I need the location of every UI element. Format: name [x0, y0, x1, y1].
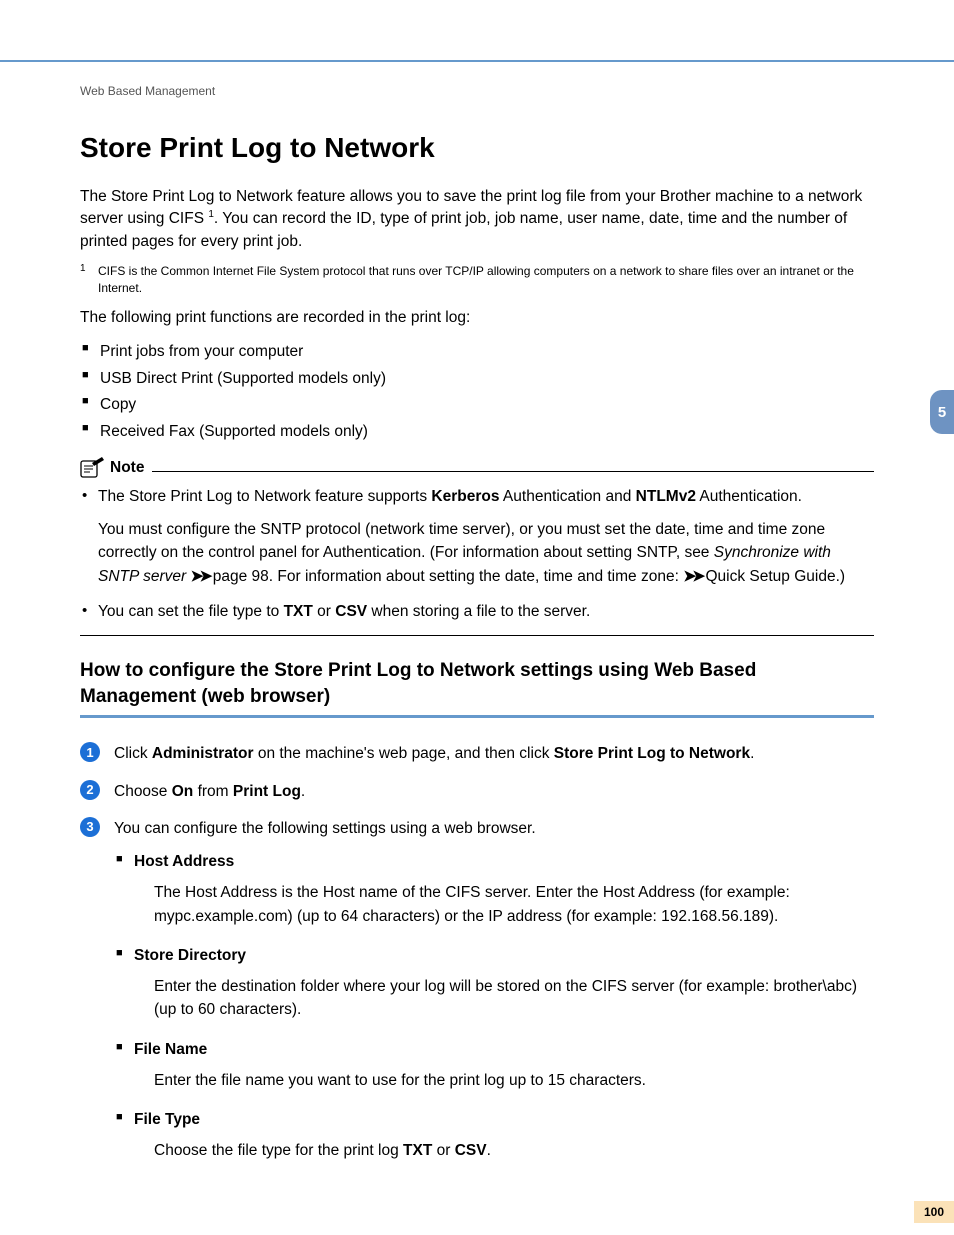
intro-paragraph: The Store Print Log to Network feature a…: [80, 186, 874, 253]
arrows-icon: ➤➤: [190, 568, 208, 585]
functions-list: Print jobs from your computer USB Direct…: [80, 339, 874, 444]
step-item: 1 Click Administrator on the machine's w…: [80, 742, 874, 765]
arrows-icon: ➤➤: [683, 568, 701, 585]
breadcrumb: Web Based Management: [80, 84, 874, 98]
footnote: 1 CIFS is the Common Internet File Syste…: [80, 263, 874, 297]
page-title: Store Print Log to Network: [80, 132, 874, 164]
setting-item: Host Address The Host Address is the Hos…: [114, 850, 874, 928]
section-heading: How to configure the Store Print Log to …: [80, 658, 874, 709]
steps-list: 1 Click Administrator on the machine's w…: [80, 742, 874, 1162]
step-item: 2 Choose On from Print Log.: [80, 780, 874, 803]
list-item: Received Fax (Supported models only): [80, 419, 874, 445]
note-list: The Store Print Log to Network feature s…: [80, 485, 874, 623]
list-item: Print jobs from your computer: [80, 339, 874, 365]
note-item: You can set the file type to TXT or CSV …: [80, 600, 874, 623]
functions-intro: The following print functions are record…: [80, 307, 874, 329]
step-badge: 1: [80, 742, 100, 762]
setting-item: Store Directory Enter the destination fo…: [114, 944, 874, 1022]
note-pencil-icon: [80, 457, 106, 479]
list-item: Copy: [80, 392, 874, 418]
step-badge: 2: [80, 780, 100, 800]
setting-item: File Name Enter the file name you want t…: [114, 1038, 874, 1093]
note-heading: Note: [80, 457, 874, 479]
step-item: 3 You can configure the following settin…: [80, 817, 874, 1163]
settings-sublist: Host Address The Host Address is the Hos…: [114, 850, 874, 1163]
list-item: USB Direct Print (Supported models only): [80, 366, 874, 392]
page-number: 100: [914, 1201, 954, 1223]
step-badge: 3: [80, 817, 100, 837]
note-item: The Store Print Log to Network feature s…: [80, 485, 874, 588]
setting-item: File Type Choose the file type for the p…: [114, 1108, 874, 1163]
